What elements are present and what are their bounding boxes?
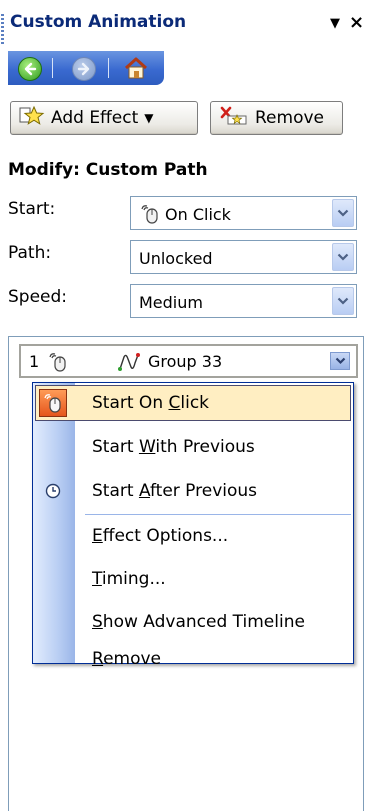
pane-title-bar: Custom Animation ▼ × <box>0 0 367 52</box>
pane-title: Custom Animation <box>10 12 187 32</box>
menu-item-timing[interactable]: Timing... <box>35 561 351 597</box>
menu-item-label: Timing... <box>92 569 166 589</box>
start-value: On Click <box>165 205 231 224</box>
speed-label: Speed: <box>8 287 68 307</box>
path-dropdown[interactable]: Unlocked <box>130 240 357 274</box>
menu-item-remove[interactable]: Remove <box>35 623 351 669</box>
chevron-down-icon[interactable] <box>330 352 350 370</box>
forward-arrow-icon[interactable] <box>72 57 96 81</box>
path-label: Path: <box>8 243 52 263</box>
down-triangle-icon[interactable]: ▼ <box>330 16 340 31</box>
chevron-down-icon: ▼ <box>144 111 154 125</box>
modify-header: Modify: Custom Path <box>8 160 208 180</box>
close-icon[interactable]: × <box>349 12 364 33</box>
path-value: Unlocked <box>139 249 213 268</box>
mouse-icon <box>139 203 161 229</box>
speed-dropdown[interactable]: Medium <box>130 284 357 318</box>
mouse-icon <box>47 351 69 377</box>
clock-icon <box>39 477 67 505</box>
drag-grip-icon[interactable] <box>1 14 4 44</box>
start-label: Start: <box>8 199 56 219</box>
menu-item-label: Start With Previous <box>92 437 255 457</box>
speed-value: Medium <box>139 293 203 312</box>
custom-path-icon <box>117 351 143 377</box>
home-icon[interactable] <box>122 56 150 80</box>
remove-x-icon <box>219 104 249 133</box>
nav-separator <box>108 58 109 78</box>
remove-button[interactable]: Remove <box>210 101 343 135</box>
chevron-down-icon[interactable] <box>332 287 354 315</box>
menu-separator <box>85 514 351 515</box>
nav-separator <box>52 58 53 78</box>
effect-name: Group 33 <box>148 352 223 371</box>
menu-item-start-after-previous[interactable]: Start After Previous <box>35 473 351 509</box>
menu-item-start-with-previous[interactable]: Start With Previous <box>35 429 351 465</box>
add-effect-button[interactable]: Add Effect ▼ <box>10 101 198 135</box>
menu-item-label: Effect Options... <box>92 526 229 546</box>
effect-order-number: 1 <box>29 352 40 371</box>
start-dropdown[interactable]: On Click <box>130 196 357 230</box>
menu-item-label: Start After Previous <box>92 481 258 501</box>
remove-label: Remove <box>255 108 324 128</box>
menu-item-label: Start On Click <box>92 393 210 413</box>
effect-context-menu: Start On Click Start With Previous Start… <box>32 382 354 669</box>
menu-item-effect-options[interactable]: Effect Options... <box>35 518 351 554</box>
list-item[interactable]: 1 Group 33 <box>19 344 358 378</box>
star-icon <box>19 104 45 133</box>
mouse-icon <box>39 389 67 417</box>
menu-item-start-on-click[interactable]: Start On Click <box>35 385 351 421</box>
chevron-down-icon[interactable] <box>332 243 354 271</box>
back-arrow-icon[interactable] <box>18 57 42 81</box>
task-pane-nav-bar <box>8 51 164 85</box>
add-effect-label: Add Effect <box>51 108 139 128</box>
chevron-down-icon[interactable] <box>332 199 354 227</box>
menu-item-label: Remove <box>92 649 162 669</box>
custom-animation-pane: Custom Animation ▼ × Add Effect ▼ Remove… <box>0 0 367 811</box>
